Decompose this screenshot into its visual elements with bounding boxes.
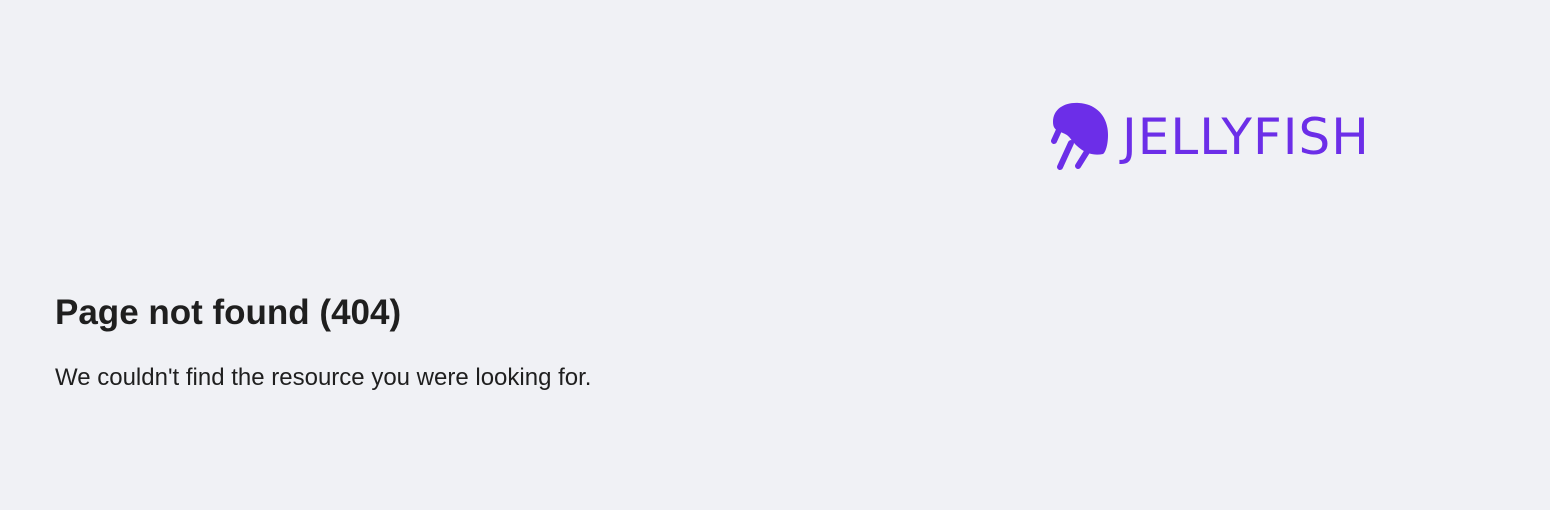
jellyfish-icon bbox=[1051, 102, 1108, 170]
error-message: We couldn't find the resource you were l… bbox=[55, 364, 592, 391]
jellyfish-logo-link[interactable]: JELLYFISH bbox=[1046, 100, 1370, 172]
jellyfish-wordmark: JELLYFISH bbox=[1122, 107, 1370, 166]
error-panel: Page not found (404) We couldn't find th… bbox=[55, 290, 955, 393]
page-title: Page not found (404) bbox=[55, 293, 402, 332]
